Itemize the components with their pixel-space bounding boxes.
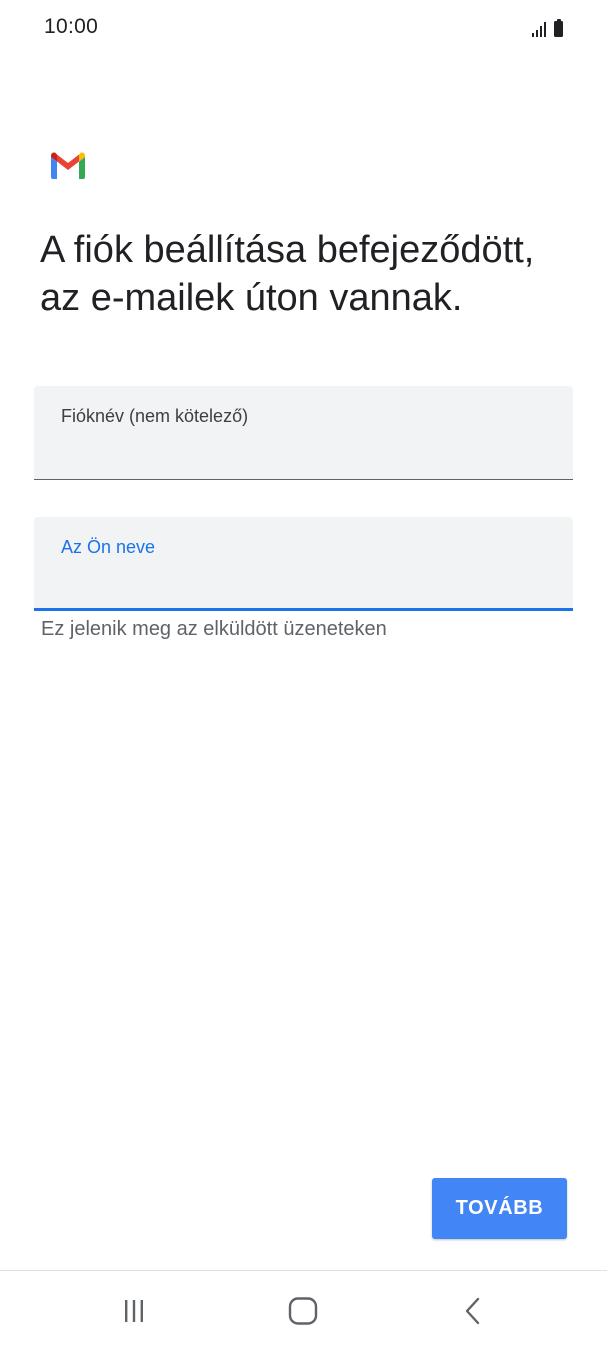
status-icons (532, 17, 563, 37)
recents-icon (125, 1300, 143, 1322)
your-name-helper-text: Ez jelenik meg az elküldött üzeneteken (41, 618, 387, 640)
status-time: 10:00 (44, 15, 99, 38)
back-icon (465, 1297, 480, 1325)
page-title: A fiók beállítása befejeződött, az e-mai… (40, 229, 535, 319)
signal-icon (532, 21, 546, 37)
account-name-label: Fióknév (nem kötelező) (61, 406, 249, 426)
account-name-input[interactable] (61, 436, 541, 466)
back-button[interactable] (443, 1289, 503, 1333)
home-button[interactable] (273, 1289, 333, 1333)
your-name-label: Az Ön neve (61, 537, 156, 557)
status-bar: 10:00 (0, 0, 607, 56)
home-icon (288, 1297, 318, 1325)
your-name-field[interactable]: Az Ön neve (34, 517, 573, 611)
recents-button[interactable] (104, 1289, 164, 1333)
your-name-input[interactable] (61, 567, 541, 597)
account-name-field[interactable]: Fióknév (nem kötelező) (34, 386, 573, 480)
navigation-bar (0, 1271, 607, 1350)
next-button[interactable]: TOVÁBB (432, 1178, 567, 1239)
gmail-logo-icon (51, 152, 85, 179)
battery-icon (554, 19, 563, 37)
